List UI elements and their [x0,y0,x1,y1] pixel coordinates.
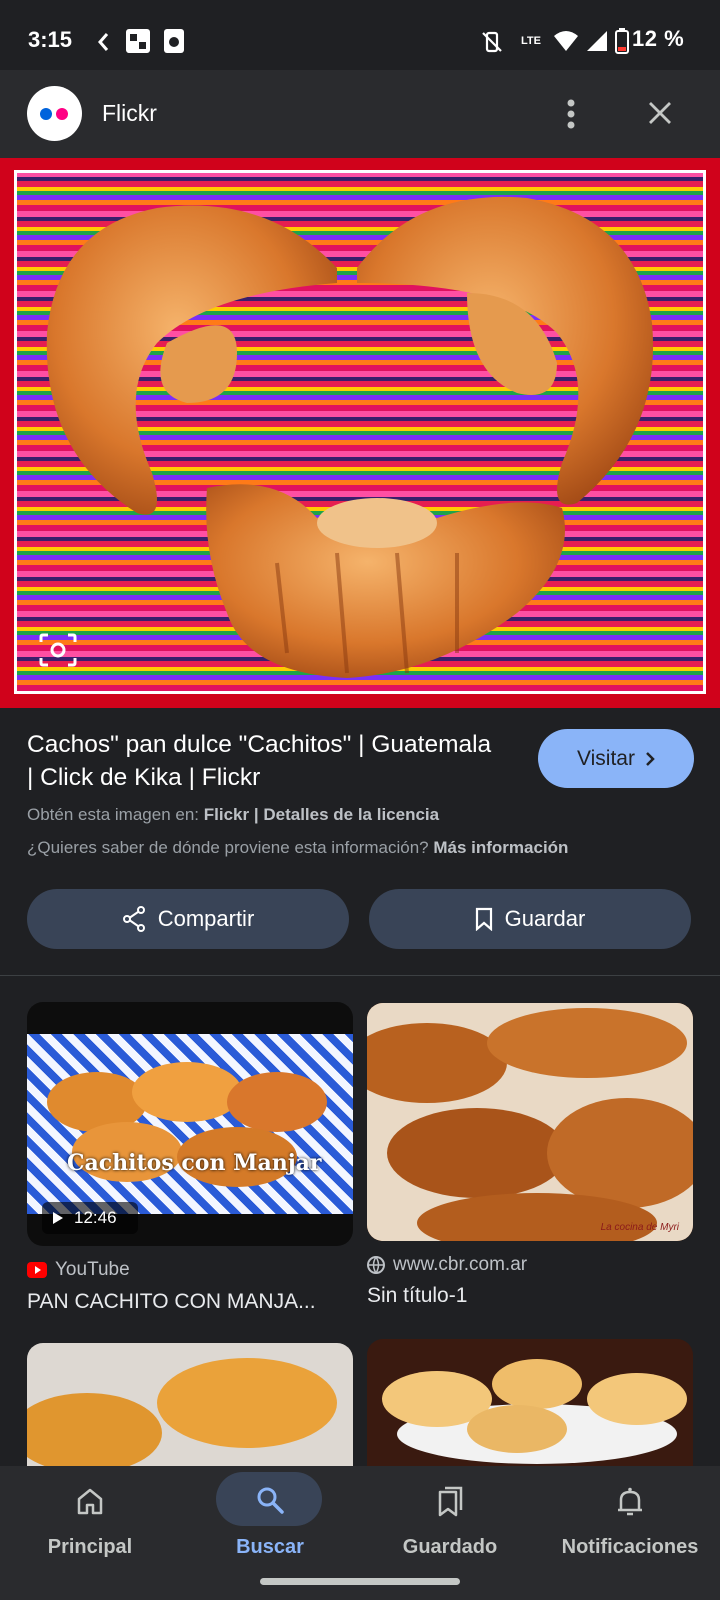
croissants-illustration [47,1062,327,1187]
share-icon [122,906,145,932]
nav-label: Guardado [402,1536,498,1558]
related-title-youtube[interactable]: PAN CACHITO CON MANJA... [27,1290,316,1314]
croissants-illustration [27,1358,337,1466]
bookmarks-icon [438,1486,463,1517]
croissants-illustration [382,1359,687,1464]
nav-item-principal[interactable]: Principal [0,1466,180,1600]
hero-image[interactable] [0,158,720,708]
related-title-cbr[interactable]: Sin título-1 [367,1284,467,1308]
croissants-illustration [367,1003,693,1241]
site-title: Flickr [102,100,157,126]
vibrate-off-icon [482,31,502,53]
hero-photo [14,170,706,694]
back-arrow-icon [98,33,109,51]
related-thumb-4[interactable] [367,1339,693,1466]
status-time: 3:15 [28,27,73,52]
calendar-app-icon [126,29,150,53]
video-duration-badge: 12:46 [42,1202,138,1234]
signal-icon [587,31,607,51]
info-line: ¿Quieres saber de dónde proviene esta in… [27,838,568,858]
bell-icon [618,1487,642,1516]
nav-item-notificaciones[interactable]: Notificaciones [540,1466,720,1600]
battery-percent: 12 % [632,26,685,51]
visit-button[interactable]: Visitar [538,729,694,788]
flickr-logo-icon [27,86,82,141]
more-options-icon[interactable] [566,98,576,130]
bookmark-icon [475,907,492,931]
home-icon [77,1488,103,1515]
play-icon [53,1212,63,1224]
visit-label: Visitar [577,746,635,770]
related-thumb-cbr[interactable]: La cocina de Myri [367,1003,693,1241]
image-watermark: La cocina de Myri [600,1222,679,1233]
video-overlay-text: Cachitos con Manjar [67,1150,322,1176]
cards-app-icon [164,29,184,53]
related-source-label: www.cbr.com.ar [393,1254,528,1275]
globe-icon [367,1256,385,1274]
network-type-label: LTE [521,35,541,47]
image-source-line: Obtén esta imagen en: Flickr | Detalles … [27,805,439,825]
related-source-cbr: www.cbr.com.ar [367,1254,527,1276]
source-separator: | [253,805,259,824]
app-header: Flickr [0,70,720,158]
save-label: Guardar [504,906,586,931]
source-link[interactable]: Flickr [204,805,249,824]
lens-search-icon[interactable] [38,632,78,668]
info-question: ¿Quieres saber de dónde proviene esta in… [27,838,429,857]
share-label: Compartir [157,906,255,931]
search-icon [257,1487,284,1514]
nav-label: Notificaciones [561,1536,699,1558]
bread-illustration [46,196,654,678]
related-thumb-3[interactable] [27,1343,353,1466]
status-bar: 3:15 LTE 12 % [0,0,720,70]
nav-label: Principal [47,1536,133,1558]
share-button[interactable]: Compartir [27,889,349,949]
license-details-link[interactable]: Detalles de la licencia [263,805,439,824]
battery-icon [615,28,629,54]
nav-label: Buscar [236,1536,304,1558]
close-icon[interactable] [648,101,672,125]
related-source-label: YouTube [55,1259,130,1280]
section-divider [0,975,720,976]
video-duration: 12:46 [74,1208,117,1227]
related-source-youtube: YouTube [27,1259,130,1281]
save-button[interactable]: Guardar [369,889,691,949]
wifi-icon [554,31,578,51]
result-title[interactable]: Cachos" pan dulce "Cachitos" | Guatemala… [27,728,497,794]
youtube-icon [27,1262,47,1278]
gesture-home-bar[interactable] [260,1578,460,1585]
chevron-right-icon [646,751,655,766]
source-prefix: Obtén esta imagen en: [27,805,200,824]
more-info-link[interactable]: Más información [433,838,568,857]
